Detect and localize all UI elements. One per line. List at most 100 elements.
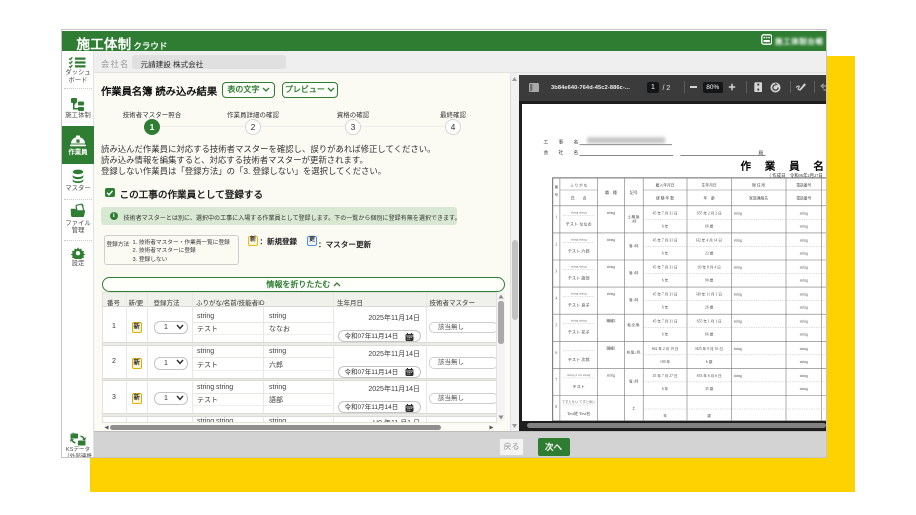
svg-text:string: string (800, 320, 808, 324)
svg-text:家族連絡先: 家族連絡先 (749, 196, 768, 201)
svg-text:S62 年 2 月 19 日: S62 年 2 月 19 日 (652, 346, 679, 351)
svg-text:テスト 六郎: テスト 六郎 (568, 247, 590, 254)
svg-text:string: string (800, 251, 808, 255)
svg-text:S55 年 1 月 1 日: S55 年 1 月 1 日 (697, 319, 722, 324)
svg-text:string: string (607, 292, 615, 296)
svg-text:職種2: 職種2 (606, 318, 615, 323)
svg-text:管,1特: 管,1特 (629, 378, 639, 384)
svg-text:経 験 年 数: 経 験 年 数 (656, 196, 674, 201)
svg-text:H9 年 11 月 1 日: H9 年 11 月 1 日 (696, 292, 722, 297)
svg-text:会社名: 会社名 (544, 149, 589, 156)
svg-text:作業員名: 作業員名 (741, 159, 827, 172)
svg-text:string: string (800, 347, 808, 351)
svg-text:string: string (800, 238, 808, 242)
svg-text:S55 年 2 月 2 日: S55 年 2 月 2 日 (697, 210, 722, 215)
svg-text:string string: string string (571, 265, 587, 269)
svg-text:66 歳: 66 歳 (705, 223, 714, 228)
svg-text:string: string (800, 266, 808, 270)
svg-text:年: 年 (663, 413, 667, 418)
svg-text:テスト: テスト (572, 384, 585, 390)
svg-text:管,1特: 管,1特 (629, 270, 639, 276)
svg-text:string: string (734, 347, 742, 351)
svg-text:23 歳: 23 歳 (705, 250, 714, 255)
svg-text:1特: 1特 (631, 218, 637, 223)
svg-text:林,管,1特,: 林,管,1特, (627, 349, 642, 355)
svg-text:string d d d string: string d d d string (567, 373, 591, 377)
svg-text:番: 番 (555, 184, 559, 189)
svg-text:45 年 7 月 27 日: 45 年 7 月 27 日 (653, 373, 678, 378)
svg-text:歳: 歳 (707, 413, 711, 418)
svg-text:string: string (800, 224, 808, 228)
svg-text:45 年 7 月 31 日: 45 年 7 月 31 日 (653, 237, 678, 242)
svg-text:45 年 7 月 31 日: 45 年 7 月 31 日 (653, 319, 678, 324)
svg-text:殿: 殿 (759, 150, 764, 156)
svg-text:雇入年月日: 雇入年月日 (656, 183, 675, 188)
svg-text:職種1: 職種1 (606, 345, 615, 350)
svg-text:string: string (607, 211, 615, 215)
svg-text:string string: string string (571, 319, 587, 323)
svg-text:6 歳: 6 歳 (706, 359, 713, 364)
svg-text:string: string (800, 333, 808, 337)
svg-text:string: string (800, 374, 808, 378)
svg-text:6: 6 (555, 351, 557, 355)
svg-text:26 歳: 26 歳 (705, 305, 714, 310)
svg-text:string string: string string (571, 210, 587, 214)
svg-text:年 齢: 年 齢 (703, 196, 715, 201)
svg-text:テスト 語部: テスト 語部 (568, 275, 590, 282)
svg-text:テスト ななお: テスト ななお (566, 220, 592, 227)
svg-text:生年月日: 生年月日 (702, 183, 717, 188)
svg-text:string string: string string (571, 292, 587, 296)
svg-text:S53 年 6 月 6 日: S53 年 6 月 6 日 (697, 373, 722, 378)
svg-text:土: 土 (632, 406, 636, 411)
svg-text:2: 2 (555, 242, 557, 246)
svg-text:管,1特: 管,1特 (629, 243, 639, 249)
svg-text:string: string (734, 266, 742, 270)
svg-text:3: 3 (555, 270, 557, 274)
svg-text:テスト 良子: テスト 良子 (568, 302, 590, 309)
svg-text:string string: string string (571, 237, 587, 241)
svg-text:45 年 7 月 31 日: 45 年 7 月 31 日 (653, 210, 678, 215)
svg-text:氏 名: 氏 名 (571, 195, 587, 201)
svg-text:6 年: 6 年 (662, 305, 669, 310)
svg-text:H2 年 4 月 14 日: H2 年 4 月 14 日 (696, 237, 722, 242)
svg-text:5: 5 (555, 324, 557, 328)
svg-text:string: string (734, 320, 742, 324)
svg-text:string: string (734, 374, 742, 378)
svg-text:100 年: 100 年 (660, 359, 670, 364)
svg-text:string: string (800, 387, 808, 391)
svg-text:string: string (734, 211, 742, 215)
svg-text:45 年 7 月 31 日: 45 年 7 月 31 日 (653, 292, 678, 297)
svg-text:転,全,管,: 転,全,管, (627, 322, 640, 328)
svg-text:6 年: 6 年 (662, 250, 669, 255)
svg-text:45 歳: 45 歳 (705, 386, 714, 391)
svg-text:テスト 次郎: テスト 次郎 (568, 356, 590, 363)
svg-text:電話番号: 電話番号 (796, 183, 811, 188)
svg-text:string: string (800, 293, 808, 297)
svg-text:string: string (734, 293, 742, 297)
svg-text:6 年: 6 年 (662, 223, 669, 228)
svg-text:てすとせい てすとめい: てすとせい てすとめい (562, 399, 596, 404)
svg-text:テスト 花子: テスト 花子 (568, 329, 590, 336)
svg-text:string: string (734, 238, 742, 242)
svg-text:ふ り が な: ふ り が な (570, 183, 587, 188)
svg-text:H25 年 9 月 16 日: H25 年 9 月 16 日 (695, 346, 723, 351)
svg-text:電話番号: 電話番号 (796, 196, 811, 201)
svg-text:職 種: 職 種 (605, 189, 617, 195)
svg-text:6 年: 6 年 (662, 278, 669, 283)
svg-text:string: string (800, 211, 808, 215)
svg-text:1: 1 (555, 215, 557, 219)
svg-text:string: string (800, 306, 808, 310)
svg-text:4: 4 (555, 297, 557, 301)
svg-text:号: 号 (555, 192, 559, 197)
svg-text:45 年 7 月 31 日: 45 年 7 月 31 日 (653, 265, 678, 270)
svg-text:string: string (800, 279, 808, 283)
svg-text:8: 8 (555, 405, 557, 409)
svg-text:Test姓 Test名: Test姓 Test名 (567, 410, 590, 417)
svg-text:string: string (607, 373, 615, 377)
svg-text:66 歳: 66 歳 (705, 332, 714, 337)
svg-text:S9 年 8 月 4 日: S9 年 8 月 4 日 (698, 265, 722, 270)
svg-text:管,1特: 管,1特 (629, 297, 639, 303)
svg-text:string: string (800, 360, 808, 364)
svg-text:工事名: 工事名 (544, 138, 589, 145)
svg-text:string: string (607, 265, 615, 269)
